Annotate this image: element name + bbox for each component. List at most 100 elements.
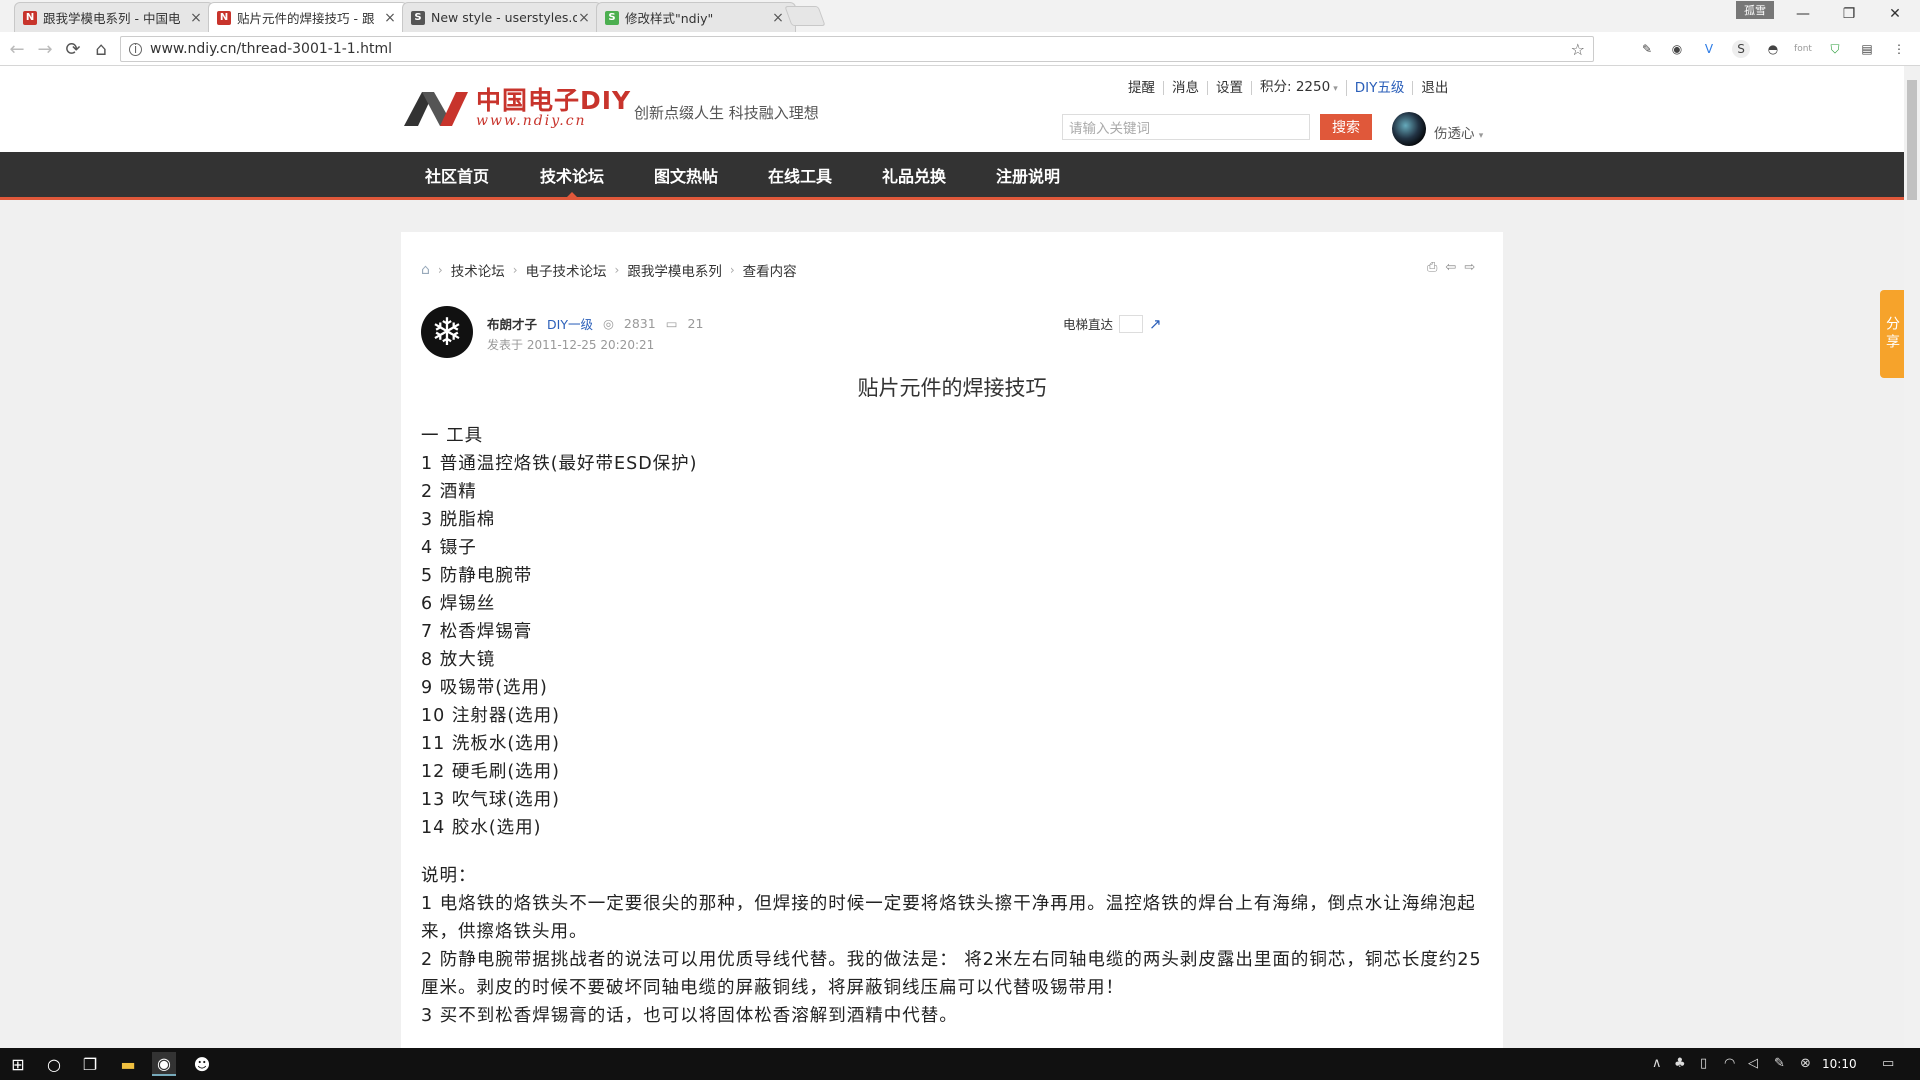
floor-jump-go-icon[interactable]: ↗	[1149, 315, 1162, 333]
post-container: ⌂ › 技术论坛 › 电子技术论坛 › 跟我学模电系列 › 查看内容 ⎙ ⇦ ⇨…	[401, 232, 1503, 1048]
url-text: www.ndiy.cn/thread-3001-1-1.html	[150, 41, 393, 57]
wifi-icon[interactable]: ◠	[1724, 1056, 1735, 1071]
address-bar[interactable]: i www.ndiy.cn/thread-3001-1-1.html ☆	[120, 36, 1594, 62]
evernote-icon[interactable]: ✎	[1638, 40, 1656, 58]
views-icon: ◎	[602, 316, 614, 331]
page-scrollbar[interactable]	[1904, 66, 1920, 1048]
taskbar-clock[interactable]: 10:10	[1822, 1057, 1857, 1071]
browser-tab[interactable]: S 修改样式"ndiy" ×	[596, 2, 796, 32]
forward-arrow-icon[interactable]: →	[34, 38, 56, 60]
list-item: 5 防静电腕带	[421, 566, 533, 586]
stylish-icon[interactable]: S	[1732, 40, 1750, 58]
menu-icon[interactable]: ⋮	[1890, 40, 1908, 58]
home-icon[interactable]: ⌂	[90, 38, 112, 60]
list-item: 2 酒精	[421, 482, 477, 502]
floor-jump-input[interactable]	[1119, 314, 1144, 333]
back-arrow-icon[interactable]: ←	[6, 38, 28, 60]
breadcrumb-item[interactable]: 技术论坛	[451, 260, 505, 280]
nav-item-hot-posts[interactable]: 图文热帖	[654, 152, 718, 197]
profile-badge[interactable]: 孤雪	[1736, 1, 1774, 19]
vimium-icon[interactable]: V	[1700, 40, 1718, 58]
notifications-icon[interactable]: ▭	[1882, 1056, 1894, 1071]
browser-tab[interactable]: N 跟我学模电系列 - 中国电 ×	[14, 2, 214, 32]
list-item: 3 脱脂棉	[421, 510, 496, 530]
settings-link[interactable]: 设置	[1208, 81, 1252, 95]
breadcrumb-item[interactable]: 电子技术论坛	[526, 260, 607, 280]
nav-item-register[interactable]: 注册说明	[996, 152, 1060, 197]
user-avatar[interactable]	[1392, 112, 1426, 146]
breadcrumb-current: 查看内容	[742, 264, 797, 280]
logout-link[interactable]: 退出	[1413, 81, 1456, 95]
nav-item-forum[interactable]: 技术论坛	[540, 152, 604, 197]
logo-url: www.ndiy.cn	[476, 113, 587, 129]
print-icon[interactable]: ⎙	[1427, 260, 1437, 275]
site-logo[interactable]: 中国电子DIY www.ndiy.cn	[404, 88, 631, 128]
tab-close-icon[interactable]: ×	[771, 10, 785, 26]
next-thread-icon[interactable]: ⇨	[1464, 260, 1475, 275]
points-label: 积分: 2250	[1260, 79, 1331, 95]
tray-app-icon[interactable]: ♣	[1674, 1056, 1686, 1071]
section-heading: 一 工具	[421, 426, 484, 446]
remind-link[interactable]: 提醒	[1120, 81, 1164, 95]
new-tab-button[interactable]	[784, 6, 826, 26]
font-icon[interactable]: font	[1794, 40, 1812, 58]
search-button[interactable]: 搜索	[1320, 114, 1372, 140]
messages-link[interactable]: 消息	[1164, 81, 1208, 95]
reload-icon[interactable]: ⟳	[62, 38, 84, 60]
file-explorer-icon[interactable]: ▬	[116, 1052, 140, 1076]
minimize-button[interactable]: —	[1780, 0, 1826, 28]
author-name[interactable]: 布朗才子	[487, 314, 537, 333]
browser-tab[interactable]: S New style - userstyles.o ×	[402, 2, 602, 32]
reader-icon[interactable]: ▤	[1858, 40, 1876, 58]
home-icon[interactable]: ⌂	[421, 262, 430, 278]
post-body: 一 工具 1 普通温控烙铁(最好带ESD保护) 2 酒精 3 脱脂棉 4 镊子 …	[421, 422, 1483, 1030]
breadcrumb-separator-icon: ›	[512, 263, 518, 277]
ndiy-favicon-icon: N	[23, 10, 37, 25]
tab-close-icon[interactable]: ×	[189, 10, 203, 26]
breadcrumb: ⌂ › 技术论坛 › 电子技术论坛 › 跟我学模电系列 › 查看内容	[421, 260, 797, 280]
views-count: 2831	[623, 316, 656, 331]
logo-mark-icon	[404, 88, 470, 128]
qq-icon[interactable]: ☻	[190, 1052, 214, 1076]
chevron-down-icon: ▾	[1333, 84, 1338, 94]
site-slogan: 创新点缀人生 科技融入理想	[634, 104, 819, 122]
task-view-icon[interactable]: ❐	[78, 1052, 102, 1076]
volume-icon[interactable]: ◁	[1748, 1056, 1758, 1071]
tray-expand-icon[interactable]: ∧	[1652, 1056, 1662, 1071]
paragraph: 3 买不到松香焊锡膏的话，也可以将固体松香溶解到酒精中代替。	[421, 1006, 958, 1026]
windows-start-icon[interactable]: ⊞	[6, 1052, 30, 1076]
tab-label: 修改样式"ndiy"	[625, 11, 714, 26]
chrome-icon[interactable]: ◉	[152, 1052, 176, 1076]
mask-icon[interactable]: ◓	[1764, 40, 1782, 58]
ghostery-icon[interactable]: ◉	[1668, 40, 1686, 58]
search-icon[interactable]: ○	[42, 1052, 66, 1076]
shield-icon[interactable]: ⛉	[1826, 40, 1844, 58]
list-item: 13 吹气球(选用)	[421, 790, 560, 810]
nav-item-home[interactable]: 社区首页	[425, 152, 489, 197]
status-icon[interactable]: ⊗	[1800, 1056, 1811, 1071]
author-avatar[interactable]: ❄	[421, 306, 473, 358]
tab-close-icon[interactable]: ×	[577, 10, 591, 26]
level-link[interactable]: DIY五级	[1347, 81, 1414, 95]
scrollbar-thumb[interactable]	[1907, 80, 1917, 200]
bookmark-star-icon[interactable]: ☆	[1571, 40, 1585, 59]
notes-heading: 说明：	[421, 866, 477, 886]
breadcrumb-separator-icon: ›	[614, 263, 620, 277]
restore-button[interactable]: ❐	[1826, 0, 1872, 28]
browser-tab-active[interactable]: N 贴片元件的焊接技巧 - 跟 ×	[208, 2, 408, 32]
share-button[interactable]: 分享	[1880, 290, 1904, 378]
breadcrumb-item[interactable]: 跟我学模电系列	[627, 260, 722, 280]
battery-icon[interactable]: ▯	[1700, 1056, 1707, 1071]
author-level[interactable]: DIY一级	[547, 314, 593, 333]
list-item: 8 放大镜	[421, 650, 496, 670]
pen-icon[interactable]: ✎	[1774, 1056, 1785, 1071]
tab-close-icon[interactable]: ×	[383, 10, 397, 26]
nav-item-gifts[interactable]: 礼品兑换	[882, 152, 946, 197]
nav-item-tools[interactable]: 在线工具	[768, 152, 832, 197]
search-input[interactable]: 请输入关键词	[1062, 114, 1310, 140]
info-icon[interactable]: i	[129, 42, 142, 56]
username-dropdown[interactable]: 伤透心 ▾	[1434, 122, 1483, 142]
points-dropdown[interactable]: 积分: 2250 ▾	[1252, 80, 1347, 96]
close-window-button[interactable]: ✕	[1872, 0, 1918, 28]
prev-thread-icon[interactable]: ⇦	[1445, 260, 1456, 275]
